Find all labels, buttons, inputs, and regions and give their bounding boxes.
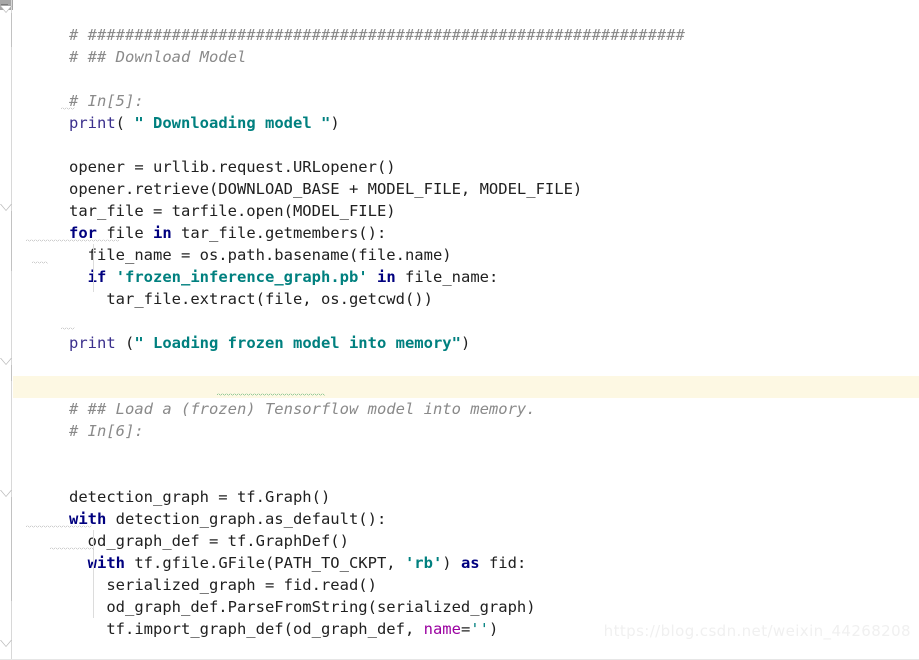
code-line[interactable]: # ## Download Model xyxy=(0,24,919,66)
code-line[interactable]: # ######################################… xyxy=(0,2,919,44)
code-line[interactable] xyxy=(0,288,919,310)
code-line[interactable] xyxy=(0,420,919,442)
code-editor[interactable]: # ######################################… xyxy=(0,0,919,660)
code-line[interactable]: detection_graph = tf.Graph() xyxy=(0,464,919,506)
code-line[interactable]: # In[5]: xyxy=(0,68,919,110)
code-line[interactable] xyxy=(0,332,919,354)
code-line[interactable]: # ######################################… xyxy=(0,354,919,396)
code-line[interactable]: tf.import_graph_def(od_graph_def, name='… xyxy=(0,596,919,638)
code-line[interactable]: print (" Loading frozen model into memor… xyxy=(0,310,919,352)
code-line[interactable]: opener = urllib.request.URLopener() xyxy=(0,134,919,176)
indent-guide xyxy=(93,244,94,292)
code-line[interactable]: tar_file.extract(file, os.getcwd()) xyxy=(0,266,919,308)
code-line[interactable]: od_graph_def = tf.GraphDef() xyxy=(0,508,919,550)
inspection-squiggle xyxy=(61,107,75,110)
fold-region-tail xyxy=(11,211,12,271)
spellcheck-squiggle xyxy=(217,393,325,396)
fold-region-tail xyxy=(11,13,12,47)
inspection-squiggle xyxy=(50,547,94,550)
inspection-squiggle xyxy=(32,261,48,264)
code-line[interactable] xyxy=(0,442,919,464)
code-line[interactable]: serialized_graph = fid.read() xyxy=(0,552,919,594)
code-line[interactable] xyxy=(0,112,919,134)
code-line[interactable]: tar_file = tarfile.open(MODEL_FILE) xyxy=(0,178,919,220)
code-line[interactable]: with detection_graph.as_default(): xyxy=(0,486,919,528)
inspection-squiggle xyxy=(26,239,119,242)
code-line[interactable]: for file in tar_file.getmembers(): xyxy=(0,200,919,242)
inspection-squiggle xyxy=(61,327,75,330)
code-line[interactable]: opener.retrieve(DOWNLOAD_BASE + MODEL_FI… xyxy=(0,156,919,198)
code-line[interactable]: if 'frozen_inference_graph.pb' in file_n… xyxy=(0,244,919,286)
code-line[interactable]: file_name = os.path.basename(file.name) xyxy=(0,222,919,264)
code-line[interactable] xyxy=(0,46,919,68)
code-line[interactable]: # In[6]: xyxy=(0,398,919,440)
code-fold-arrow-icon[interactable] xyxy=(0,640,12,656)
code-line[interactable]: print( " Downloading model ") xyxy=(0,90,919,132)
fold-region-tail xyxy=(11,497,12,601)
code-line[interactable]: # ######################################… xyxy=(0,636,919,658)
inspection-squiggle xyxy=(26,525,92,528)
code-line-current[interactable]: # ## Load a (frozen) Tensorflow model in… xyxy=(0,376,919,418)
code-content[interactable]: # ######################################… xyxy=(0,0,919,660)
editor-gutter[interactable] xyxy=(0,0,13,660)
fold-region-tail xyxy=(11,365,12,381)
code-line[interactable]: with tf.gfile.GFile(PATH_TO_CKPT, 'rb') … xyxy=(0,530,919,572)
code-line[interactable]: od_graph_def.ParseFromString(serialized_… xyxy=(0,574,919,616)
indent-guide xyxy=(93,530,94,618)
